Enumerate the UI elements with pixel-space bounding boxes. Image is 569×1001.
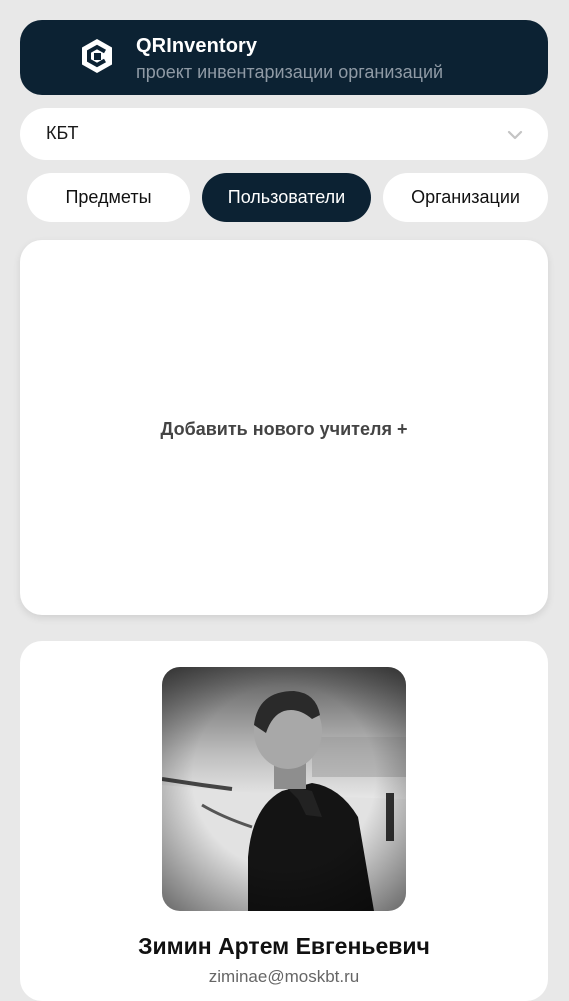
organization-select[interactable]: КБТ — [20, 108, 548, 160]
avatar-photo — [162, 667, 406, 911]
add-teacher-label: Добавить нового учителя + — [160, 419, 408, 439]
organization-select-value: КБТ — [46, 123, 79, 143]
avatar — [162, 667, 406, 911]
tab-users-label: Пользователи — [227, 187, 346, 207]
qr-inventory-logo-icon — [82, 39, 112, 73]
user-email: ziminae@moskbt.ru — [208, 967, 360, 986]
add-teacher-card[interactable]: Добавить нового учителя + — [20, 240, 548, 615]
app-subtitle: проект инвентаризации организаций — [136, 62, 444, 82]
app-header: QRInventory проект инвентаризации органи… — [20, 20, 548, 95]
user-name: Зимин Артем Евгеньевич — [138, 933, 430, 959]
app-title: QRInventory — [136, 35, 258, 57]
user-card: Зимин Артем Евгеньевич ziminae@moskbt.ru — [20, 641, 548, 1001]
tab-users[interactable]: Пользователи — [202, 173, 371, 222]
tab-organizations-label: Организации — [411, 187, 520, 207]
chevron-down-icon — [507, 130, 523, 140]
tab-items[interactable]: Предметы — [27, 173, 190, 222]
tab-items-label: Предметы — [65, 187, 152, 207]
tab-organizations[interactable]: Организации — [383, 173, 548, 222]
